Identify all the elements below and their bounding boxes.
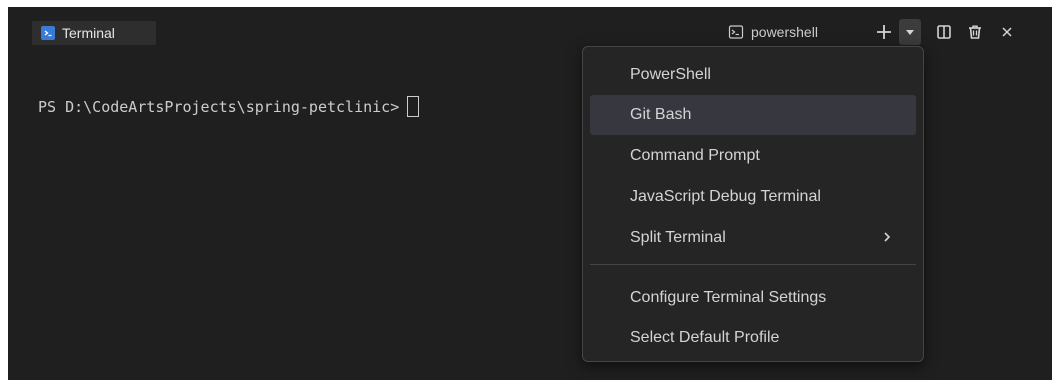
menu-item-label: Select Default Profile bbox=[630, 329, 780, 346]
menu-item-git-bash[interactable]: Git Bash bbox=[590, 95, 916, 135]
terminal-icon bbox=[41, 26, 55, 40]
launch-profile-dropdown-button[interactable] bbox=[899, 19, 921, 45]
active-profile-indicator[interactable]: powershell bbox=[728, 21, 818, 43]
menu-item-label: Git Bash bbox=[630, 106, 692, 123]
menu-item-configure-terminal-settings[interactable]: Configure Terminal Settings bbox=[590, 278, 916, 318]
menu-item-label: Split Terminal bbox=[630, 229, 726, 246]
terminal-cursor bbox=[407, 96, 420, 117]
kill-terminal-button[interactable] bbox=[964, 19, 986, 45]
terminal-tab[interactable]: Terminal bbox=[32, 21, 156, 45]
chevron-right-icon bbox=[882, 230, 892, 244]
menu-item-select-default-profile[interactable]: Select Default Profile bbox=[590, 318, 916, 358]
new-terminal-button[interactable] bbox=[872, 19, 896, 45]
terminal-profile-icon bbox=[728, 24, 744, 40]
menu-item-label: PowerShell bbox=[630, 66, 711, 83]
menu-item-split-terminal[interactable]: Split Terminal bbox=[590, 218, 916, 258]
menu-separator bbox=[590, 264, 916, 265]
menu-item-label: JavaScript Debug Terminal bbox=[630, 188, 821, 205]
menu-item-label: Configure Terminal Settings bbox=[630, 289, 827, 306]
plus-icon bbox=[877, 25, 891, 39]
menu-item-powershell[interactable]: PowerShell bbox=[590, 55, 916, 95]
close-panel-button[interactable] bbox=[996, 19, 1018, 45]
chevron-down-icon bbox=[906, 30, 914, 35]
launch-profile-menu: PowerShell Git Bash Command Prompt JavaS… bbox=[582, 46, 924, 362]
menu-item-javascript-debug-terminal[interactable]: JavaScript Debug Terminal bbox=[590, 177, 916, 217]
terminal-output[interactable]: PS D:\CodeArtsProjects\spring-petclinic> bbox=[38, 96, 420, 117]
close-icon bbox=[1002, 27, 1012, 37]
split-icon bbox=[937, 25, 951, 39]
active-profile-label: powershell bbox=[751, 24, 818, 40]
terminal-prompt: PS D:\CodeArtsProjects\spring-petclinic> bbox=[38, 97, 400, 116]
terminal-tab-label: Terminal bbox=[62, 25, 115, 41]
menu-item-command-prompt[interactable]: Command Prompt bbox=[590, 136, 916, 176]
menu-item-label: Command Prompt bbox=[630, 147, 760, 164]
split-terminal-button[interactable] bbox=[933, 19, 955, 45]
trash-icon bbox=[969, 25, 981, 39]
